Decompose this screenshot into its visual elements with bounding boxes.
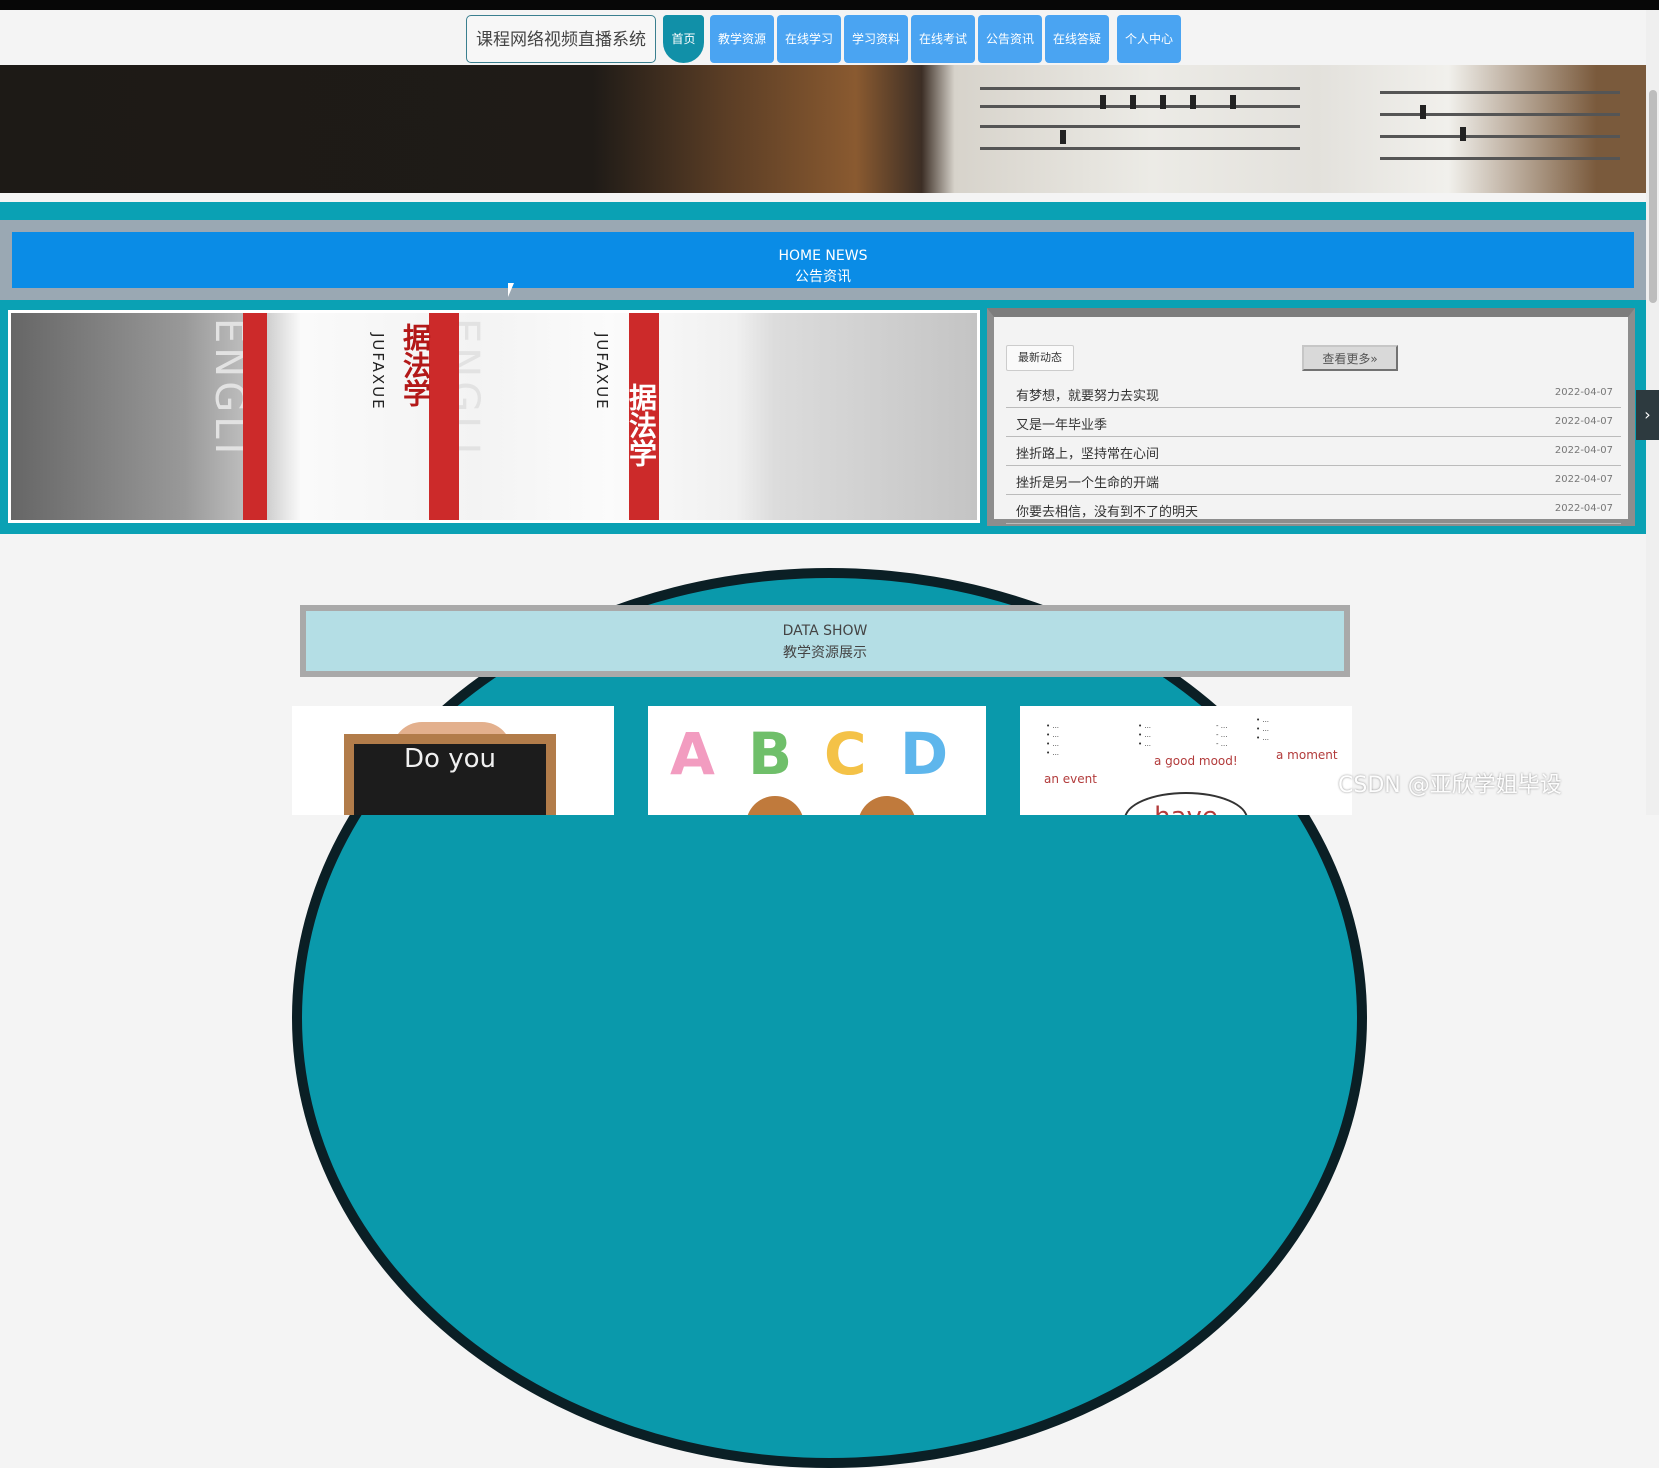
mindmap-notes: • ... • ... • ... xyxy=(1138,722,1152,748)
book-title: 据法学 xyxy=(625,383,658,467)
data-show-arch xyxy=(292,568,1367,1468)
staff-line xyxy=(1380,157,1620,160)
resource-card[interactable]: Do you xyxy=(292,706,614,815)
scrollbar-thumb[interactable] xyxy=(1649,90,1657,303)
mindmap-phrase: a good mood! xyxy=(1154,754,1238,768)
music-note xyxy=(1420,105,1426,119)
watermark: CSDN @亚欣学姐毕设 xyxy=(1338,773,1562,798)
chalkboard: Do you xyxy=(344,734,556,815)
mouse-cursor xyxy=(508,283,514,297)
chalkboard-text: Do you xyxy=(404,744,496,774)
news-item-date: 2022-04-07 xyxy=(1554,416,1613,427)
letter-b: B xyxy=(748,720,793,788)
news-item-title[interactable]: 有梦想，就要努力去实现 xyxy=(1016,385,1159,404)
news-item-date: 2022-04-07 xyxy=(1554,445,1613,456)
news-item-date: 2022-04-07 xyxy=(1554,474,1613,485)
data-show-title-en: DATA SHOW xyxy=(782,623,868,639)
chevron-right-icon[interactable]: › xyxy=(1636,390,1659,440)
news-title-en: HOME NEWS xyxy=(778,248,868,264)
kid-head xyxy=(746,796,804,815)
nav-item-personal-center[interactable]: 个人中心 xyxy=(1117,15,1181,63)
news-banner-inner: HOME NEWS 公告资讯 xyxy=(12,232,1634,288)
nav-item-teaching-resources[interactable]: 教学资源 xyxy=(710,15,774,63)
music-note xyxy=(1060,130,1066,144)
nav-item-home[interactable]: 首页 xyxy=(663,15,704,63)
mindmap-phrase: a moment xyxy=(1276,748,1338,762)
news-image[interactable]: ENGLI ENGLI 据法学 据法学 JUFAXUE JUFAXUE xyxy=(8,310,980,523)
letter-a: A xyxy=(670,720,715,788)
mindmap-notes: - ... - ... - ... xyxy=(1216,722,1228,748)
staff-line xyxy=(1380,113,1620,116)
music-note xyxy=(1460,127,1466,141)
nav-item-announcements[interactable]: 公告资讯 xyxy=(978,15,1042,63)
letter-c: C xyxy=(824,720,867,788)
music-note xyxy=(1190,95,1196,109)
news-item-title[interactable]: 挫折是另一个生命的开端 xyxy=(1016,472,1159,491)
book-latin: JUFAXUE xyxy=(369,333,387,411)
top-strip xyxy=(0,0,1659,10)
mindmap-phrase: an event xyxy=(1044,772,1097,786)
data-show-banner: DATA SHOW 教学资源展示 xyxy=(300,605,1350,677)
news-title-cn: 公告资讯 xyxy=(795,269,851,285)
mindmap-center: have xyxy=(1124,792,1248,815)
resource-card[interactable]: • ... • ... • ... • ... • ... • ... • ... - .… xyxy=(1020,706,1352,815)
mindmap-notes: • ... • ... • ... • ... xyxy=(1046,722,1060,757)
news-image-background xyxy=(11,313,977,520)
news-item-date: 2022-04-07 xyxy=(1554,503,1613,514)
nav-item-online-qa[interactable]: 在线答疑 xyxy=(1045,15,1109,63)
latest-news-tab[interactable]: 最新动态 xyxy=(1006,345,1074,371)
data-show-title-cn: 教学资源展示 xyxy=(783,645,867,661)
news-item[interactable]: 挫折路上，坚持常在心间 2022-04-07 xyxy=(1006,437,1621,466)
nav-item-study-materials[interactable]: 学习资料 xyxy=(844,15,908,63)
staff-line xyxy=(980,125,1300,128)
nav-item-online-learning[interactable]: 在线学习 xyxy=(777,15,841,63)
news-item-title[interactable]: 你要去相信，没有到不了的明天 xyxy=(1016,501,1198,520)
news-list-panel: 最新动态 查看更多» 有梦想，就要努力去实现 2022-04-07 又是一年毕业… xyxy=(987,308,1635,526)
news-item-title[interactable]: 挫折路上，坚持常在心间 xyxy=(1016,443,1159,462)
hero-banner xyxy=(0,65,1646,193)
staff-line xyxy=(980,105,1300,108)
music-note xyxy=(1230,95,1236,109)
resource-card[interactable]: A B C D xyxy=(648,706,986,815)
letter-d: D xyxy=(900,720,949,788)
view-more-button[interactable]: 查看更多» xyxy=(1302,345,1398,371)
mindmap-notes: • ... • ... • ... xyxy=(1256,716,1270,742)
book-spine xyxy=(243,313,267,520)
staff-line xyxy=(980,87,1300,90)
staff-line xyxy=(1380,135,1620,138)
book-title: 据法学 xyxy=(399,323,432,407)
news-item-date: 2022-04-07 xyxy=(1554,387,1613,398)
news-item[interactable]: 又是一年毕业季 2022-04-07 xyxy=(1006,408,1621,437)
staff-line xyxy=(980,147,1300,150)
kid-head xyxy=(858,796,916,815)
news-item[interactable]: 挫折是另一个生命的开端 2022-04-07 xyxy=(1006,466,1621,495)
news-banner: HOME NEWS 公告资讯 xyxy=(0,220,1646,300)
news-item[interactable]: 你要去相信，没有到不了的明天 2022-04-07 xyxy=(1006,495,1621,524)
music-note xyxy=(1130,95,1136,109)
music-note xyxy=(1100,95,1106,109)
news-item[interactable]: 有梦想，就要努力去实现 2022-04-07 xyxy=(1006,379,1621,408)
staff-line xyxy=(1380,91,1620,94)
book-latin: JUFAXUE xyxy=(593,333,611,411)
news-item-title[interactable]: 又是一年毕业季 xyxy=(1016,414,1107,433)
site-brand[interactable]: 课程网络视频直播系统 xyxy=(466,15,656,63)
nav-item-online-exam[interactable]: 在线考试 xyxy=(911,15,975,63)
music-note xyxy=(1160,95,1166,109)
